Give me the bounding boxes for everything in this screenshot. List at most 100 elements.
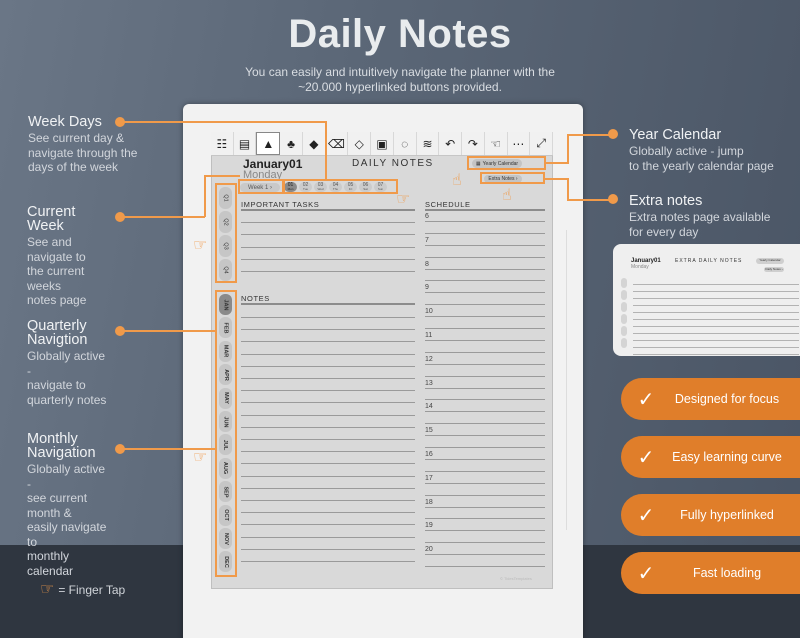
device-edge (566, 230, 567, 530)
ruled-line (425, 459, 545, 460)
screenshot-icon[interactable]: ▣ (371, 132, 394, 155)
mini-nav-tab[interactable] (621, 314, 627, 324)
ruled-line (425, 209, 545, 211)
more-icon[interactable]: ⋯ (508, 132, 531, 155)
mini-yearly-label: Yearly Calendar (759, 258, 781, 262)
hour-label: 9 (425, 284, 429, 292)
ruled-line (241, 354, 415, 355)
connector-line (120, 216, 205, 218)
layers-icon[interactable]: ≋ (417, 132, 440, 155)
annotation-desc: Extra notes page available for every day (629, 210, 799, 239)
annotation-desc: See and navigate to the current weeks no… (27, 235, 107, 308)
desc-line: quarterly notes (27, 392, 107, 407)
toc-icon[interactable]: ☷ (211, 132, 234, 155)
ruled-line (425, 495, 545, 496)
pen-icon[interactable]: ▲ (256, 132, 281, 155)
ruled-line (425, 340, 545, 341)
page-subtitle: You can easily and intuitively navigate … (200, 65, 600, 95)
feature-pill: ✓ Designed for focus (621, 378, 800, 420)
finger-tap-icon: ☞ (396, 191, 411, 208)
ruled-line (425, 316, 545, 317)
hour-label: 11 (425, 332, 433, 339)
ruled-line (425, 328, 545, 329)
annotation-title: Week Days (28, 114, 102, 130)
hour-label: 8 (425, 260, 429, 268)
ruled-line (241, 209, 415, 211)
mini-ruled-line (633, 298, 799, 299)
ruled-line (241, 463, 415, 464)
highlighter-icon[interactable]: ◆ (303, 132, 326, 155)
ruled-line (425, 364, 545, 365)
hour-label: 10 (425, 308, 433, 316)
ruled-line (241, 537, 415, 538)
ruled-line (241, 549, 415, 550)
ruled-line (241, 366, 415, 367)
mini-weekday: Monday (631, 264, 649, 270)
annotation-quarterly-navigation: Quarterly Navigtion Globally active - na… (27, 319, 107, 407)
days-highlight (282, 179, 398, 194)
connector-line (325, 121, 327, 181)
ruled-line (425, 507, 545, 508)
ruled-line (241, 427, 415, 428)
ruled-line (425, 388, 545, 389)
hour-label: 12 (425, 355, 433, 363)
finger-tap-icon: ☞ (40, 581, 55, 598)
legend-label: = Finger Tap (58, 583, 126, 597)
check-icon: ✓ (637, 446, 655, 469)
annotation-desc: Globally active - see current month & ea… (27, 462, 107, 578)
mini-nav-tab[interactable] (621, 278, 627, 288)
ruled-line (241, 222, 415, 223)
feature-pill: ✓ Easy learning curve (621, 436, 800, 478)
ruled-line (425, 280, 545, 281)
annotation-year-calendar: Year Calendar Globally active - jump to … (629, 128, 799, 173)
mini-yearly-calendar-button[interactable]: Yearly Calendar (756, 258, 784, 264)
mini-daily-label: Daily Notes › (765, 267, 783, 271)
finger-tap-icon: ☞ (193, 449, 208, 466)
feature-label: Fast loading (692, 566, 762, 580)
ruled-line (241, 341, 415, 342)
desc-line: Extra notes page available (629, 210, 771, 224)
finger-tap-icon: ☞ (193, 237, 208, 254)
extra-notes-highlight (480, 172, 545, 184)
schedule-heading: SCHEDULE (425, 200, 471, 209)
eraser-icon[interactable]: ⌫ (326, 132, 349, 155)
undo-icon[interactable]: ↶ (439, 132, 463, 155)
page-list-icon[interactable]: ▤ (234, 132, 257, 155)
fullscreen-icon[interactable]: ⤢ (530, 132, 554, 155)
mini-nav-tab[interactable] (621, 326, 627, 336)
feature-pill: ✓ Fast loading (621, 552, 800, 594)
connector-line (545, 162, 568, 164)
notes-heading: NOTES (241, 294, 270, 303)
mini-nav-tab[interactable] (621, 302, 627, 312)
ruled-line (241, 488, 415, 489)
mini-nav-tab[interactable] (621, 290, 627, 300)
selection-eraser-icon[interactable]: ◇ (348, 132, 372, 155)
connector-line (120, 330, 216, 332)
ruled-line (241, 402, 415, 403)
ruled-line (241, 259, 415, 260)
ruled-line (241, 271, 415, 272)
mini-ruled-line (633, 284, 799, 285)
ruled-line (241, 234, 415, 235)
watermark: © TidesTemplates (500, 576, 532, 581)
hour-label: 17 (425, 474, 433, 482)
months-highlight (215, 290, 237, 577)
mini-ruled-line (633, 305, 799, 306)
redo-icon[interactable]: ↷ (462, 132, 485, 155)
ruled-line (241, 476, 415, 477)
annotation-title: Quarterly Navigtion (27, 318, 88, 348)
annotation-current-week: Current Week See and navigate to the cur… (27, 205, 107, 308)
mini-title: EXTRA DAILY NOTES (675, 258, 743, 264)
mini-daily-notes-button[interactable]: Daily Notes › (764, 267, 784, 272)
annotation-desc: See current day & navigate through the d… (28, 131, 148, 175)
lasso-icon[interactable]: ◌ (394, 132, 417, 155)
hour-label: 18 (425, 498, 433, 506)
brush-icon[interactable]: ♣ (280, 132, 303, 155)
mini-ruled-line (633, 326, 799, 327)
annotation-week-days: Week Days See current day & navigate thr… (28, 115, 148, 175)
hour-label: 16 (425, 451, 433, 458)
ruled-line (241, 247, 415, 248)
mini-nav-tab[interactable] (621, 338, 627, 348)
gesture-icon[interactable]: ☜ (485, 132, 508, 155)
check-icon: ✓ (637, 388, 655, 411)
